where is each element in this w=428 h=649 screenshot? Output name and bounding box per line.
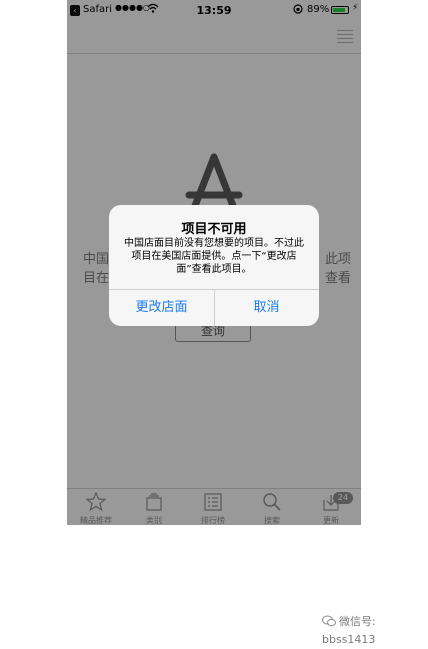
item-unavailable-alert: 项目不可用 中国店面目前没有您想要的项目。不过此项目在美国店面提供。点一下“更改… [109,205,319,326]
alert-message: 中国店面目前没有您想要的项目。不过此项目在美国店面提供。点一下“更改店面”查看此… [124,238,304,275]
wechat-icon [322,615,336,627]
phone-screen: ‹ Safari ●●●●○ 13:59 89% ⚡ 中国 目在 此项 查看 查… [67,0,361,525]
cancel-button[interactable]: 取消 [214,290,319,326]
wechat-watermark: 微信号: bbss1413 [322,613,428,646]
change-store-button[interactable]: 更改店面 [109,290,214,326]
alert-title: 项目不可用 [181,222,247,237]
